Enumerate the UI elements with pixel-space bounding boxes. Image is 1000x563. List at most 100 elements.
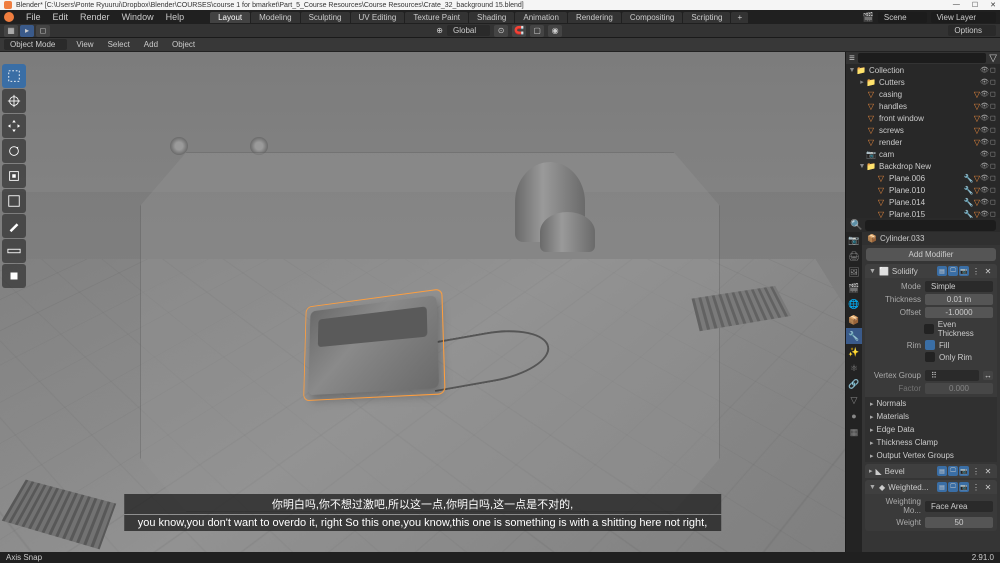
outliner-search-input[interactable] bbox=[858, 53, 986, 63]
tab-scripting[interactable]: Scripting bbox=[683, 12, 730, 23]
orientation-dropdown[interactable]: Global bbox=[447, 25, 490, 36]
menu-add[interactable]: Add bbox=[139, 40, 163, 49]
pivot-icon[interactable]: ⊙ bbox=[494, 25, 508, 37]
scene-selector[interactable]: Scene bbox=[878, 12, 927, 23]
chevron-right-icon[interactable]: ▸ bbox=[869, 467, 873, 475]
outliner-type-icon[interactable]: ≡ bbox=[849, 53, 855, 64]
twisty-icon[interactable]: ▸ bbox=[858, 78, 866, 86]
eye-icon[interactable]: 👁 bbox=[980, 114, 988, 122]
restrict-icon[interactable]: ◻ bbox=[990, 102, 998, 110]
eye-icon[interactable]: 👁 bbox=[980, 174, 988, 182]
eye-icon[interactable]: 👁 bbox=[980, 78, 988, 86]
minimize-button[interactable]: — bbox=[953, 1, 960, 9]
restrict-icon[interactable]: ◻ bbox=[990, 138, 998, 146]
editor-type-icon[interactable]: ▦ bbox=[4, 25, 18, 37]
tab-animation[interactable]: Animation bbox=[515, 12, 567, 23]
eye-icon[interactable]: 👁 bbox=[980, 210, 988, 218]
tool-transform[interactable] bbox=[2, 189, 26, 213]
prop-tab-render[interactable]: 📷 bbox=[846, 232, 862, 248]
tool-move[interactable] bbox=[2, 114, 26, 138]
outliner-row[interactable]: ▼📁Collection👁◻ bbox=[846, 64, 1000, 76]
modifier-bevel-header[interactable]: ▸ ◣ Bevel ▤ 🖵 📷 ⋮ ✕ bbox=[865, 464, 997, 478]
mod-toggle-display[interactable]: 🖵 bbox=[948, 266, 958, 276]
prop-tab-mesh[interactable]: ▽ bbox=[846, 392, 862, 408]
tool-scale[interactable] bbox=[2, 164, 26, 188]
close-button[interactable]: ✕ bbox=[990, 1, 996, 9]
restrict-icon[interactable]: ◻ bbox=[990, 90, 998, 98]
outliner-row[interactable]: ▽Plane.014🔧▽👁◻ bbox=[846, 196, 1000, 208]
weighted-delete-button[interactable]: ✕ bbox=[983, 483, 993, 492]
maximize-button[interactable]: ☐ bbox=[972, 1, 978, 9]
outliner-row[interactable]: ▽screws▽👁◻ bbox=[846, 124, 1000, 136]
prop-tab-material[interactable]: ● bbox=[846, 408, 862, 424]
modifier-weighted-header[interactable]: ▼ ◆ Weighted... ▤ 🖵 📷 ⋮ ✕ bbox=[865, 480, 997, 494]
modifier-solidify-header[interactable]: ▼ ⬜ Solidify ▤ 🖵 📷 ⋮ ✕ bbox=[865, 264, 997, 278]
menu-select[interactable]: Select bbox=[103, 40, 135, 49]
mod-delete-button[interactable]: ✕ bbox=[983, 267, 993, 276]
prop-tab-modifiers[interactable]: 🔧 bbox=[846, 328, 862, 344]
weight-value[interactable]: 50 bbox=[925, 517, 993, 528]
snap-target-icon[interactable]: ▢ bbox=[530, 25, 544, 37]
outliner-row[interactable]: ▽Plane.010🔧▽👁◻ bbox=[846, 184, 1000, 196]
bevel-toggle-display[interactable]: 🖵 bbox=[948, 466, 958, 476]
outliner-row[interactable]: ▽render▽👁◻ bbox=[846, 136, 1000, 148]
prop-tab-output[interactable]: 🖨 bbox=[846, 248, 862, 264]
restrict-icon[interactable]: ◻ bbox=[990, 150, 998, 158]
add-modifier-button[interactable]: Add Modifier bbox=[866, 248, 996, 261]
vgroup-selector[interactable]: ⠿ bbox=[925, 370, 979, 381]
prop-tab-scene[interactable]: 🎬 bbox=[846, 280, 862, 296]
mode-dropdown[interactable]: Object Mode bbox=[4, 39, 67, 50]
tab-sculpting[interactable]: Sculpting bbox=[301, 12, 350, 23]
weighted-toggle-display[interactable]: 🖵 bbox=[948, 482, 958, 492]
only-rim-checkbox[interactable] bbox=[925, 352, 935, 362]
prop-tab-viewlayer[interactable]: 🖼 bbox=[846, 264, 862, 280]
tab-modeling[interactable]: Modeling bbox=[251, 12, 299, 23]
mod-menu-icon[interactable]: ⋮ bbox=[972, 483, 980, 492]
outliner-row[interactable]: 📷cam👁◻ bbox=[846, 148, 1000, 160]
select-tool-icon[interactable]: ◻ bbox=[36, 25, 50, 37]
outliner-row[interactable]: ▸📁Cutters👁◻ bbox=[846, 76, 1000, 88]
filter-icon[interactable]: ▽ bbox=[989, 53, 997, 64]
tool-addcube[interactable] bbox=[2, 264, 26, 288]
tab-uv[interactable]: UV Editing bbox=[351, 12, 405, 23]
outliner-row[interactable]: ▽Plane.006🔧▽👁◻ bbox=[846, 172, 1000, 184]
mod-toggle-render[interactable]: 📷 bbox=[959, 266, 969, 276]
crate-object[interactable] bbox=[308, 295, 439, 395]
restrict-icon[interactable]: ◻ bbox=[990, 78, 998, 86]
bevel-toggle-edit[interactable]: ▤ bbox=[937, 466, 947, 476]
propedit-icon[interactable]: ◉ bbox=[548, 25, 562, 37]
restrict-icon[interactable]: ◻ bbox=[990, 186, 998, 194]
viewport-3d[interactable]: User Perspective (16) Scene Collection |… bbox=[0, 52, 845, 552]
options-dropdown[interactable]: Options bbox=[948, 25, 996, 36]
prop-tab-world[interactable]: 🌐 bbox=[846, 296, 862, 312]
viewlayer-selector[interactable]: View Layer bbox=[931, 12, 996, 23]
prop-tab-physics[interactable]: ⚛ bbox=[846, 360, 862, 376]
offset-value[interactable]: -1.0000 bbox=[925, 307, 993, 318]
twisty-icon[interactable]: ▼ bbox=[858, 163, 866, 170]
eye-icon[interactable]: 👁 bbox=[980, 150, 988, 158]
eye-icon[interactable]: 👁 bbox=[980, 186, 988, 194]
tool-rotate[interactable] bbox=[2, 139, 26, 163]
tab-texpaint[interactable]: Texture Paint bbox=[405, 12, 468, 23]
outliner-row[interactable]: ▼📁Backdrop New👁◻ bbox=[846, 160, 1000, 172]
tab-layout[interactable]: Layout bbox=[210, 12, 250, 23]
eye-icon[interactable]: 👁 bbox=[980, 102, 988, 110]
restrict-icon[interactable]: ◻ bbox=[990, 126, 998, 134]
tool-measure[interactable] bbox=[2, 239, 26, 263]
sub-edgedata[interactable]: ▸Edge Data bbox=[865, 423, 997, 436]
tab-rendering[interactable]: Rendering bbox=[568, 12, 621, 23]
fill-checkbox[interactable] bbox=[925, 340, 935, 350]
prop-tab-particles[interactable]: ✨ bbox=[846, 344, 862, 360]
vgroup-invert-button[interactable]: ↔ bbox=[983, 371, 993, 380]
mod-menu-icon[interactable]: ⋮ bbox=[972, 267, 980, 276]
eye-icon[interactable]: 👁 bbox=[980, 138, 988, 146]
restrict-icon[interactable]: ◻ bbox=[990, 114, 998, 122]
outliner-row[interactable]: ▽Plane.015🔧▽👁◻ bbox=[846, 208, 1000, 218]
menu-object[interactable]: Object bbox=[167, 40, 200, 49]
prop-tab-texture[interactable]: ▦ bbox=[846, 424, 862, 440]
tool-select-box[interactable] bbox=[2, 64, 26, 88]
menu-help[interactable]: Help bbox=[160, 12, 191, 22]
eye-icon[interactable]: 👁 bbox=[980, 66, 988, 74]
sub-thicknessclamp[interactable]: ▸Thickness Clamp bbox=[865, 436, 997, 449]
chevron-down-icon[interactable]: ▼ bbox=[869, 268, 876, 275]
